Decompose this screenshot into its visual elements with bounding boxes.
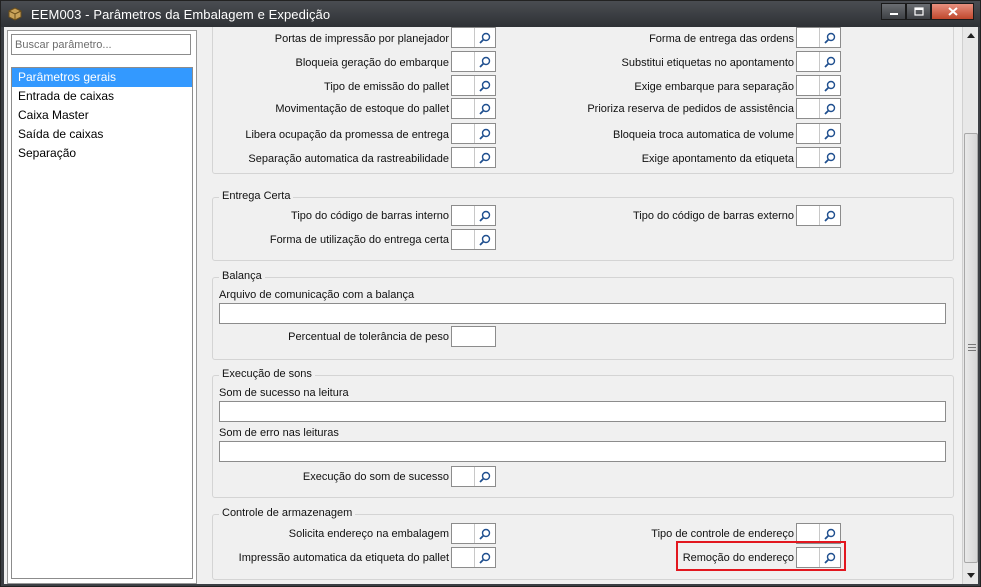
label-solicita-endereco: Solicita endereço na embalagem [288,528,449,540]
magnifier-icon[interactable] [474,99,495,118]
label-percentual-tolerancia: Percentual de tolerância de peso [288,331,449,343]
close-button[interactable] [931,3,974,20]
magnifier-icon[interactable] [474,230,495,249]
label-exige-embarque: Exige embarque para separação [634,81,794,93]
lookup-solicita-endereco[interactable] [451,523,496,544]
label-impressao-etiqueta-pallet: Impressão automatica da etiqueta do pall… [238,552,449,564]
label-som-erro: Som de erro nas leituras [219,427,339,439]
parameters-form: Portas de impressão por planejador Bloqu… [202,27,962,582]
magnifier-icon[interactable] [819,206,840,225]
label-separacao-automatica: Separação automatica da rastreabilidade [248,153,449,165]
magnifier-icon[interactable] [474,76,495,95]
label-arquivo-comunicacao: Arquivo de comunicação com a balança [219,289,415,301]
category-item-caixa-master[interactable]: Caixa Master [12,106,192,125]
magnifier-icon[interactable] [474,148,495,167]
label-prioriza-reserva: Prioriza reserva de pedidos de assistênc… [587,103,794,115]
lookup-separacao-automatica[interactable] [451,147,496,168]
controle-armazenagem-title: Controle de armazenagem [219,507,356,519]
entrega-certa-group: Entrega Certa [212,190,954,261]
magnifier-icon[interactable] [474,524,495,543]
magnifier-icon[interactable] [819,124,840,143]
lookup-forma-entrega-ordens[interactable] [796,27,841,48]
lookup-libera-ocupacao[interactable] [451,123,496,144]
lookup-tipo-codigo-externo[interactable] [796,205,841,226]
som-erro-field[interactable] [219,441,946,462]
label-forma-utilizacao: Forma de utilização do entrega certa [269,234,449,246]
label-libera-ocupacao: Libera ocupação da promessa de entrega [245,129,449,141]
close-icon [947,7,958,16]
magnifier-icon[interactable] [474,124,495,143]
lookup-execucao-som[interactable] [451,466,496,487]
magnifier-icon[interactable] [474,467,495,486]
highlight-box [676,541,846,571]
app-box-icon [7,6,23,22]
label-tipo-controle-endereco: Tipo de controle de endereço [651,528,794,540]
lookup-substitui-etiquetas[interactable] [796,51,841,72]
percentual-tolerancia-field[interactable] [451,326,496,347]
maximize-icon [913,7,924,16]
lookup-exige-apontamento[interactable] [796,147,841,168]
lookup-exige-embarque[interactable] [796,75,841,96]
client-area: Parâmetros gerais Entrada de caixas Caix… [4,27,978,584]
window-title: EEM003 - Parâmetros da Embalagem e Exped… [31,7,331,22]
scroll-up-arrow[interactable] [963,27,979,44]
arquivo-comunicacao-field[interactable] [219,303,946,324]
maximize-button[interactable] [906,3,931,20]
lookup-movimentacao-estoque-pallet[interactable] [451,98,496,119]
label-tipo-codigo-interno: Tipo do código de barras interno [291,210,449,222]
chevron-down-icon [967,573,975,578]
magnifier-icon[interactable] [474,28,495,47]
category-item-entrada-de-caixas[interactable]: Entrada de caixas [12,87,192,106]
lookup-prioriza-reserva[interactable] [796,98,841,119]
label-som-sucesso: Som de sucesso na leitura [219,387,349,399]
label-execucao-som: Execução do som de sucesso [302,471,449,483]
label-tipo-emissao-pallet: Tipo de emissão do pallet [324,81,449,93]
label-portas-impressao: Portas de impressão por planejador [274,33,449,45]
lookup-bloqueia-geracao-embarque[interactable] [451,51,496,72]
parameter-navigator: Parâmetros gerais Entrada de caixas Caix… [7,30,197,584]
scroll-down-arrow[interactable] [963,567,979,584]
vertical-scrollbar[interactable] [962,27,978,584]
label-substitui-etiquetas: Substitui etiquetas no apontamento [621,57,794,69]
category-list[interactable]: Parâmetros gerais Entrada de caixas Caix… [11,67,193,579]
execucao-sons-title: Execução de sons [219,368,315,380]
label-bloqueia-troca-volume: Bloqueia troca automatica de volume [613,129,794,141]
lookup-tipo-codigo-interno[interactable] [451,205,496,226]
lookup-impressao-etiqueta-pallet[interactable] [451,547,496,568]
lookup-forma-utilizacao[interactable] [451,229,496,250]
label-tipo-codigo-externo: Tipo do código de barras externo [632,210,794,222]
lookup-tipo-emissao-pallet[interactable] [451,75,496,96]
lookup-bloqueia-troca-volume[interactable] [796,123,841,144]
label-bloqueia-geracao-embarque: Bloqueia geração do embarque [295,57,449,69]
search-input[interactable] [11,34,191,55]
title-bar[interactable]: EEM003 - Parâmetros da Embalagem e Exped… [1,1,980,27]
main-window: EEM003 - Parâmetros da Embalagem e Exped… [0,0,981,587]
category-item-parametros-gerais[interactable]: Parâmetros gerais [12,68,192,87]
minimize-icon [889,12,898,15]
scroll-thumb[interactable] [964,133,978,563]
minimize-button[interactable] [881,3,906,20]
label-movimentacao-estoque-pallet: Movimentação de estoque do pallet [275,103,449,115]
label-forma-entrega-ordens: Forma de entrega das ordens [649,33,794,45]
som-sucesso-field[interactable] [219,401,946,422]
magnifier-icon[interactable] [819,99,840,118]
category-item-separacao[interactable]: Separação [12,144,192,163]
magnifier-icon[interactable] [819,76,840,95]
magnifier-icon[interactable] [819,28,840,47]
balanca-title: Balança [219,270,265,282]
general-parameters-group [212,27,954,174]
lookup-portas-impressao[interactable] [451,27,496,48]
magnifier-icon[interactable] [474,52,495,71]
magnifier-icon[interactable] [819,52,840,71]
window-controls [881,3,974,20]
magnifier-icon[interactable] [474,206,495,225]
magnifier-icon[interactable] [819,148,840,167]
magnifier-icon[interactable] [474,548,495,567]
label-exige-apontamento: Exige apontamento da etiqueta [641,153,794,165]
entrega-certa-title: Entrega Certa [219,190,294,202]
category-item-saida-de-caixas[interactable]: Saída de caixas [12,125,192,144]
chevron-up-icon [967,33,975,38]
